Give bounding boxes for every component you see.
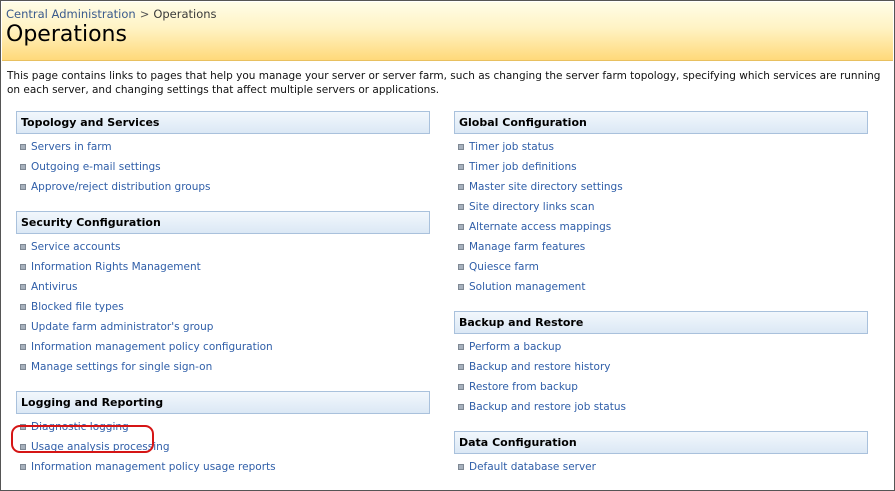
link-item-manage-settings-for-single-sign-on: Manage settings for single sign-on xyxy=(16,357,430,377)
link-list: Timer job status Timer job definitions Mas… xyxy=(454,134,868,297)
link-item-blocked-file-types: Blocked file types xyxy=(16,297,430,317)
link-antivirus[interactable]: Antivirus xyxy=(31,281,77,293)
bullet-icon xyxy=(458,364,464,370)
link-item-manage-farm-features: Manage farm features xyxy=(454,237,868,257)
link-item-master-site-directory-settings: Master site directory settings xyxy=(454,177,868,197)
bullet-icon xyxy=(20,304,26,310)
link-item-site-directory-links-scan: Site directory links scan xyxy=(454,197,868,217)
link-quiesce-farm[interactable]: Quiesce farm xyxy=(469,261,539,273)
link-update-farm-administrator-s-group[interactable]: Update farm administrator's group xyxy=(31,321,213,333)
link-list: Servers in farm Outgoing e-mail settings A… xyxy=(16,134,430,197)
section-header: Global Configuration xyxy=(454,111,868,134)
bullet-icon xyxy=(458,284,464,290)
link-restore-from-backup[interactable]: Restore from backup xyxy=(469,381,578,393)
link-master-site-directory-settings[interactable]: Master site directory settings xyxy=(469,181,623,193)
bullet-icon xyxy=(458,244,464,250)
bullet-icon xyxy=(458,204,464,210)
link-item-approve-reject-distribution-groups: Approve/reject distribution groups xyxy=(16,177,430,197)
section-header: Topology and Services xyxy=(16,111,430,134)
bullet-icon xyxy=(20,164,26,170)
bullet-icon xyxy=(458,184,464,190)
link-servers-in-farm[interactable]: Servers in farm xyxy=(31,141,112,153)
bullet-icon xyxy=(458,404,464,410)
link-item-backup-and-restore-history: Backup and restore history xyxy=(454,357,868,377)
link-list: Perform a backup Backup and restore histo… xyxy=(454,334,868,417)
bullet-icon xyxy=(20,464,26,470)
link-manage-settings-for-single-sign-on[interactable]: Manage settings for single sign-on xyxy=(31,361,212,373)
link-item-restore-from-backup: Restore from backup xyxy=(454,377,868,397)
breadcrumb-separator: > xyxy=(139,7,150,21)
bullet-icon xyxy=(20,144,26,150)
section-header: Data Configuration xyxy=(454,431,868,454)
link-outgoing-e-mail-settings[interactable]: Outgoing e-mail settings xyxy=(31,161,161,173)
link-backup-and-restore-job-status[interactable]: Backup and restore job status xyxy=(469,401,626,413)
section-security-configuration: Security Configuration Service accounts In… xyxy=(16,211,430,377)
page-description: This page contains links to pages that h… xyxy=(7,70,881,96)
link-list: Default database server xyxy=(454,454,868,477)
page-title: Operations xyxy=(6,22,127,47)
bullet-icon xyxy=(20,184,26,190)
link-timer-job-status[interactable]: Timer job status xyxy=(469,141,554,153)
link-item-information-management-policy-configuration: Information management policy configurat… xyxy=(16,337,430,357)
bullet-icon xyxy=(20,244,26,250)
section-global-configuration: Global Configuration Timer job status Time… xyxy=(454,111,868,297)
link-item-antivirus: Antivirus xyxy=(16,277,430,297)
link-timer-job-definitions[interactable]: Timer job definitions xyxy=(469,161,577,173)
link-list: Service accounts Information Rights Manag… xyxy=(16,234,430,377)
section-header: Security Configuration xyxy=(16,211,430,234)
link-manage-farm-features[interactable]: Manage farm features xyxy=(469,241,585,253)
link-item-information-rights-management: Information Rights Management xyxy=(16,257,430,277)
bullet-icon xyxy=(20,284,26,290)
link-item-quiesce-farm: Quiesce farm xyxy=(454,257,868,277)
link-item-update-farm-administrator-s-group: Update farm administrator's group xyxy=(16,317,430,337)
link-perform-a-backup[interactable]: Perform a backup xyxy=(469,341,561,353)
bullet-icon xyxy=(458,164,464,170)
section-backup-and-restore: Backup and Restore Perform a backup Backup… xyxy=(454,311,868,417)
bullet-icon xyxy=(458,464,464,470)
link-item-backup-and-restore-job-status: Backup and restore job status xyxy=(454,397,868,417)
link-item-outgoing-e-mail-settings: Outgoing e-mail settings xyxy=(16,157,430,177)
operations-page: Central Administration > Operations Operat… xyxy=(0,0,895,491)
bullet-icon xyxy=(20,324,26,330)
link-item-default-database-server: Default database server xyxy=(454,457,868,477)
link-item-timer-job-definitions: Timer job definitions xyxy=(454,157,868,177)
link-item-alternate-access-mappings: Alternate access mappings xyxy=(454,217,868,237)
section-topology-and-services: Topology and Services Servers in farm Outg… xyxy=(16,111,430,197)
link-item-service-accounts: Service accounts xyxy=(16,237,430,257)
link-blocked-file-types[interactable]: Blocked file types xyxy=(31,301,124,313)
highlight-annotation xyxy=(11,425,154,453)
link-information-management-policy-configuration[interactable]: Information management policy configurat… xyxy=(31,341,273,353)
bullet-icon xyxy=(458,344,464,350)
bullet-icon xyxy=(458,224,464,230)
link-alternate-access-mappings[interactable]: Alternate access mappings xyxy=(469,221,611,233)
section-header: Backup and Restore xyxy=(454,311,868,334)
link-solution-management[interactable]: Solution management xyxy=(469,281,585,293)
link-item-servers-in-farm: Servers in farm xyxy=(16,137,430,157)
bullet-icon xyxy=(458,144,464,150)
link-approve-reject-distribution-groups[interactable]: Approve/reject distribution groups xyxy=(31,181,211,193)
link-information-rights-management[interactable]: Information Rights Management xyxy=(31,261,201,273)
right-column: Global Configuration Timer job status Time… xyxy=(454,111,868,490)
bullet-icon xyxy=(20,364,26,370)
breadcrumb-central-administration[interactable]: Central Administration xyxy=(6,7,136,21)
link-information-management-policy-usage-reports[interactable]: Information management policy usage repo… xyxy=(31,461,276,473)
link-item-perform-a-backup: Perform a backup xyxy=(454,337,868,357)
link-item-timer-job-status: Timer job status xyxy=(454,137,868,157)
link-service-accounts[interactable]: Service accounts xyxy=(31,241,120,253)
link-backup-and-restore-history[interactable]: Backup and restore history xyxy=(469,361,610,373)
section-header: Logging and Reporting xyxy=(16,391,430,414)
bullet-icon xyxy=(458,264,464,270)
title-area: Central Administration > Operations Operat… xyxy=(2,2,893,61)
link-default-database-server[interactable]: Default database server xyxy=(469,461,596,473)
breadcrumb: Central Administration > Operations xyxy=(6,7,217,21)
bullet-icon xyxy=(20,344,26,350)
link-item-information-management-policy-usage-reports: Information management policy usage repo… xyxy=(16,457,430,477)
link-site-directory-links-scan[interactable]: Site directory links scan xyxy=(469,201,595,213)
bullet-icon xyxy=(458,384,464,390)
section-data-configuration: Data Configuration Default database serve… xyxy=(454,431,868,477)
link-item-solution-management: Solution management xyxy=(454,277,868,297)
bullet-icon xyxy=(20,264,26,270)
breadcrumb-current: Operations xyxy=(153,7,217,21)
